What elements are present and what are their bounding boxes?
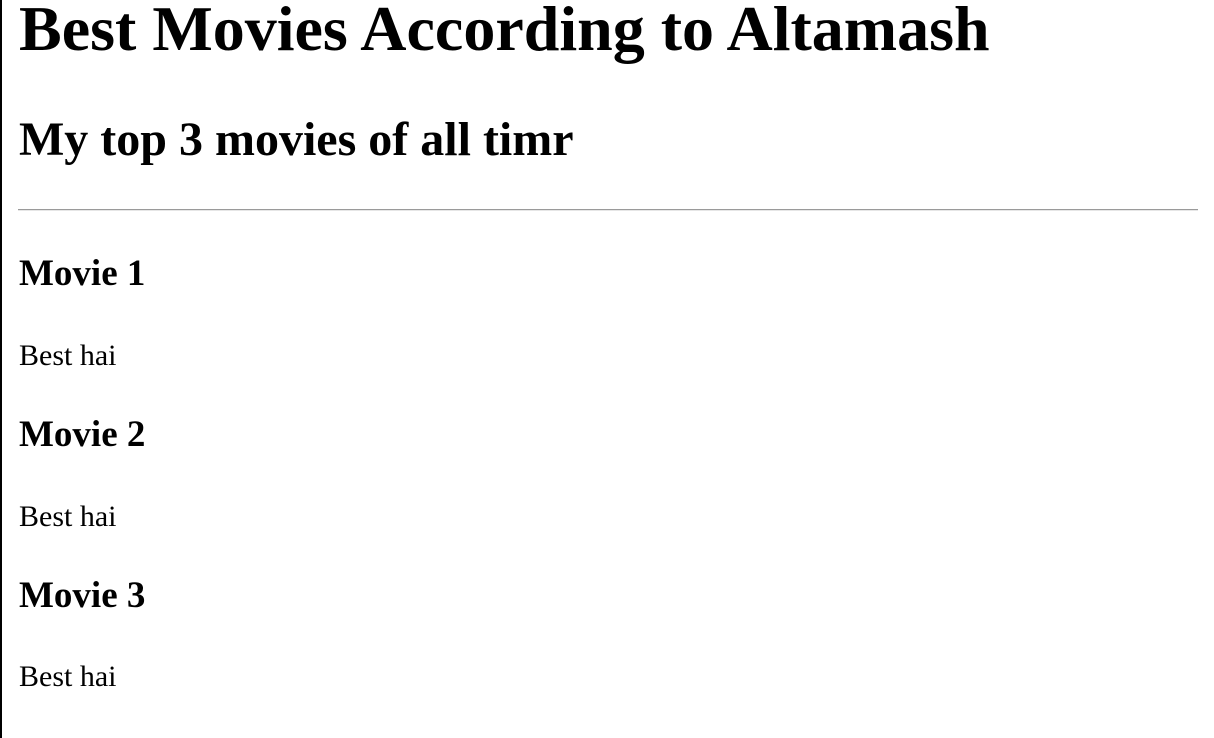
page-subtitle: My top 3 movies of all timr bbox=[19, 113, 574, 166]
page-title: Best Movies According to Altamash bbox=[19, 0, 990, 64]
left-window-edge bbox=[0, 0, 2, 738]
movie-3-description: Best hai bbox=[19, 660, 117, 693]
movie-2-description: Best hai bbox=[19, 500, 117, 533]
movie-1-description: Best hai bbox=[19, 339, 117, 372]
horizontal-divider bbox=[18, 209, 1198, 211]
movie-2-title: Movie 2 bbox=[19, 414, 146, 455]
movie-1-title: Movie 1 bbox=[19, 253, 146, 294]
movie-3-title: Movie 3 bbox=[19, 575, 146, 616]
